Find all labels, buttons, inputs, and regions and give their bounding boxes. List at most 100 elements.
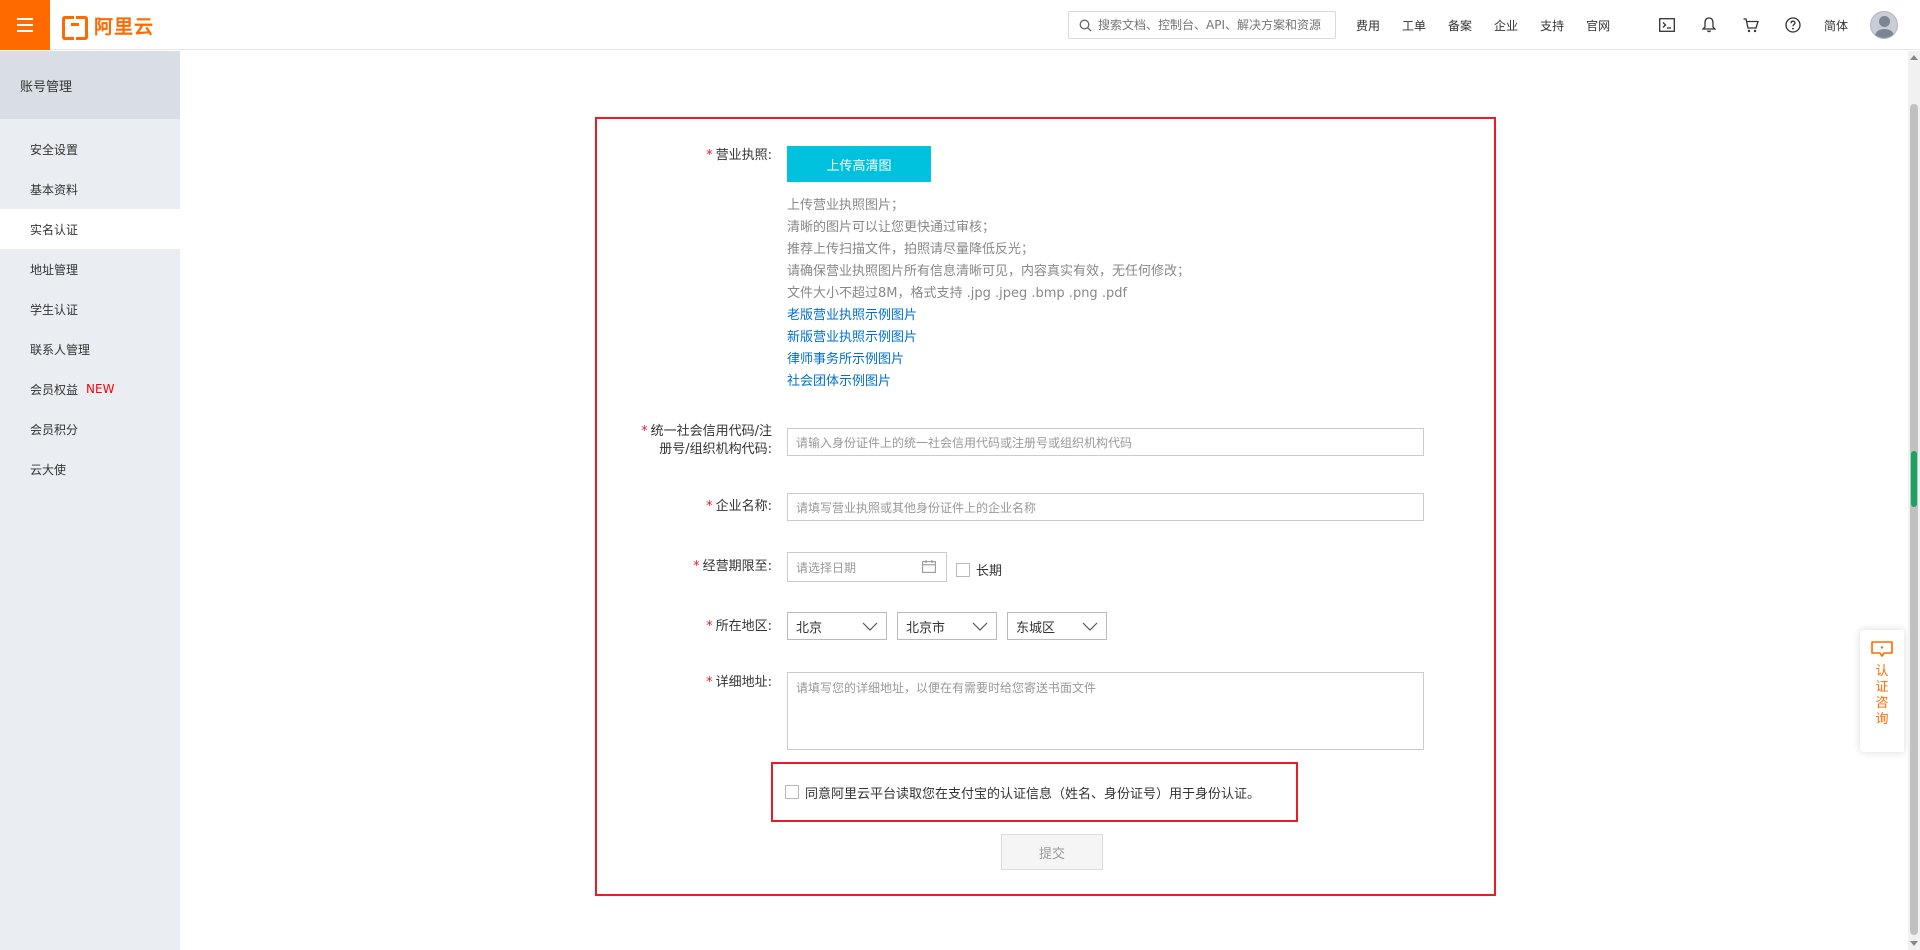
cart-icon[interactable] <box>1740 14 1762 36</box>
scroll-down-arrow-icon[interactable] <box>1910 941 1918 946</box>
city-value: 北京市 <box>906 620 946 636</box>
sidebar-item-security-settings[interactable]: 安全设置 <box>0 129 180 169</box>
license-label: * 营业执照: <box>706 148 772 163</box>
nav-support[interactable]: 支持 <box>1540 17 1564 34</box>
term-date-picker[interactable]: 请选择日期 <box>787 552 947 582</box>
required-mark: * <box>693 559 700 574</box>
nav-tickets[interactable]: 工单 <box>1402 17 1426 34</box>
required-mark: * <box>706 499 713 514</box>
upload-license-button[interactable]: 上传高清图 <box>787 146 931 182</box>
address-textarea[interactable]: 请填写您的详细地址，以便在有需要时给您寄送书面文件 <box>787 672 1424 750</box>
old-license-sample-link[interactable]: 老版营业执照示例图片 <box>787 305 1190 327</box>
chevron-down-icon <box>862 622 878 631</box>
company-name-label: * 企业名称: <box>706 499 772 514</box>
terminal-icon[interactable] <box>1656 14 1678 36</box>
tip-line: 清晰的图片可以让您更快通过审核； <box>787 220 996 235</box>
tip-line: 文件大小不超过8M，格式支持 .jpg .jpeg .bmp .png .pdf <box>787 286 1128 301</box>
sidebar-item-label: 会员积分 <box>30 422 79 437</box>
required-mark: * <box>641 424 648 439</box>
long-term-option[interactable]: 长期 <box>956 560 1002 579</box>
sidebar-title: 账号管理 <box>0 51 180 119</box>
enterprise-auth-form: * 营业执照: 上传高清图 上传营业执照图片； 清晰的图片可以让您更快通过审核； … <box>595 117 1496 896</box>
logo-text: 阿里云 <box>94 15 155 38</box>
help-icon[interactable] <box>1782 14 1804 36</box>
chat-bubble-icon <box>1871 641 1893 657</box>
scroll-marker <box>1911 451 1917 507</box>
address-label: * 详细地址: <box>706 675 772 690</box>
scrollbar-thumb[interactable] <box>1910 104 1918 935</box>
search-icon <box>1079 19 1092 31</box>
district-select[interactable]: 东城区 <box>1007 612 1107 640</box>
sidebar: 账号管理 安全设置 基本资料 实名认证 地址管理 学生认证 联系人管理 会员权益… <box>0 51 180 950</box>
required-mark: * <box>706 675 713 690</box>
agree-text: 同意阿里云平台读取您在支付宝的认证信息（姓名、身份证号）用于身份认证。 <box>805 786 1261 802</box>
region-label: * 所在地区: <box>706 619 772 634</box>
sidebar-menu: 安全设置 基本资料 实名认证 地址管理 学生认证 联系人管理 会员权益 NEW 会… <box>0 119 180 489</box>
bell-icon[interactable] <box>1698 14 1720 36</box>
tip-line: 推荐上传扫描文件，拍照请尽量降低反光； <box>787 242 1035 257</box>
social-org-sample-link[interactable]: 社会团体示例图片 <box>787 371 1190 393</box>
sidebar-item-member-points[interactable]: 会员积分 <box>0 409 180 449</box>
district-value: 东城区 <box>1016 620 1056 636</box>
search-input[interactable] <box>1098 18 1328 32</box>
tip-line: 请确保营业执照图片所有信息清晰可见，内容真实有效，无任何修改； <box>787 264 1191 279</box>
user-avatar[interactable] <box>1870 11 1899 39</box>
submit-button[interactable]: 提交 <box>1001 834 1103 870</box>
sidebar-item-real-name-auth[interactable]: 实名认证 <box>0 209 180 249</box>
required-mark: * <box>706 619 713 634</box>
agree-checkbox[interactable] <box>785 785 799 799</box>
top-nav-icons: 简体 <box>1656 0 1899 50</box>
consult-label: 认证咨询 <box>1875 664 1889 727</box>
new-badge: NEW <box>86 382 115 396</box>
calendar-icon <box>922 560 936 573</box>
date-placeholder: 请选择日期 <box>796 560 857 575</box>
long-term-checkbox[interactable] <box>956 562 970 577</box>
province-select[interactable]: 北京 <box>787 612 887 640</box>
nav-fees[interactable]: 费用 <box>1356 17 1380 34</box>
long-term-label: 长期 <box>976 564 1003 579</box>
language-switch[interactable]: 简体 <box>1824 17 1848 34</box>
credit-code-label: * 统一社会信用代码/注 册号/组织机构代码: <box>641 424 772 457</box>
sidebar-item-label: 实名认证 <box>30 222 79 237</box>
auth-consult-widget[interactable]: 认证咨询 <box>1860 630 1904 752</box>
page-scrollbar[interactable] <box>1908 51 1920 950</box>
sidebar-item-address-management[interactable]: 地址管理 <box>0 249 180 289</box>
hamburger-icon <box>17 18 33 32</box>
menu-toggle-button[interactable] <box>0 0 50 50</box>
law-firm-sample-link[interactable]: 律师事务所示例图片 <box>787 349 1190 371</box>
main-content: * 营业执照: 上传高清图 上传营业执照图片； 清晰的图片可以让您更快通过审核； … <box>180 51 1908 950</box>
sidebar-item-basic-info[interactable]: 基本资料 <box>0 169 180 209</box>
sidebar-item-label: 地址管理 <box>30 262 79 277</box>
scroll-up-arrow-icon[interactable] <box>1910 55 1918 60</box>
global-search[interactable] <box>1068 11 1336 39</box>
sidebar-item-label: 云大使 <box>30 462 67 477</box>
sidebar-item-member-benefits[interactable]: 会员权益 NEW <box>0 369 180 409</box>
chevron-down-icon <box>1082 622 1098 631</box>
logo-mark-icon <box>62 16 88 40</box>
tip-line: 上传营业执照图片； <box>787 198 905 213</box>
aliyun-logo[interactable]: 阿里云 <box>62 12 155 40</box>
sidebar-item-label: 联系人管理 <box>30 342 91 357</box>
nav-enterprise[interactable]: 企业 <box>1494 17 1518 34</box>
credit-code-input[interactable]: 请输入身份证件上的统一社会信用代码或注册号或组织机构代码 <box>787 428 1424 456</box>
required-mark: * <box>706 148 713 163</box>
new-license-sample-link[interactable]: 新版营业执照示例图片 <box>787 327 1190 349</box>
sidebar-item-contacts[interactable]: 联系人管理 <box>0 329 180 369</box>
nav-icp-filing[interactable]: 备案 <box>1448 17 1472 34</box>
company-name-input[interactable]: 请填写营业执照或其他身份证件上的企业名称 <box>787 493 1424 521</box>
top-navbar: 阿里云 费用 工单 备案 企业 支持 官网 简体 <box>0 0 1920 50</box>
province-value: 北京 <box>796 620 823 636</box>
sidebar-item-label: 安全设置 <box>30 142 79 157</box>
sidebar-item-student-auth[interactable]: 学生认证 <box>0 289 180 329</box>
nav-official-site[interactable]: 官网 <box>1586 17 1610 34</box>
alipay-auth-agreement: 同意阿里云平台读取您在支付宝的认证信息（姓名、身份证号）用于身份认证。 <box>771 762 1298 822</box>
sidebar-item-label: 学生认证 <box>30 302 79 317</box>
chevron-down-icon <box>972 622 988 631</box>
term-label: * 经营期限至: <box>693 559 772 574</box>
city-select[interactable]: 北京市 <box>897 612 997 640</box>
top-nav-links: 费用 工单 备案 企业 支持 官网 <box>1356 0 1632 50</box>
sidebar-item-label: 会员权益 <box>30 382 79 397</box>
sidebar-item-cloud-ambassador[interactable]: 云大使 <box>0 449 180 489</box>
license-tips: 上传营业执照图片； 清晰的图片可以让您更快通过审核； 推荐上传扫描文件，拍照请尽… <box>787 195 1190 393</box>
sidebar-item-label: 基本资料 <box>30 182 79 197</box>
